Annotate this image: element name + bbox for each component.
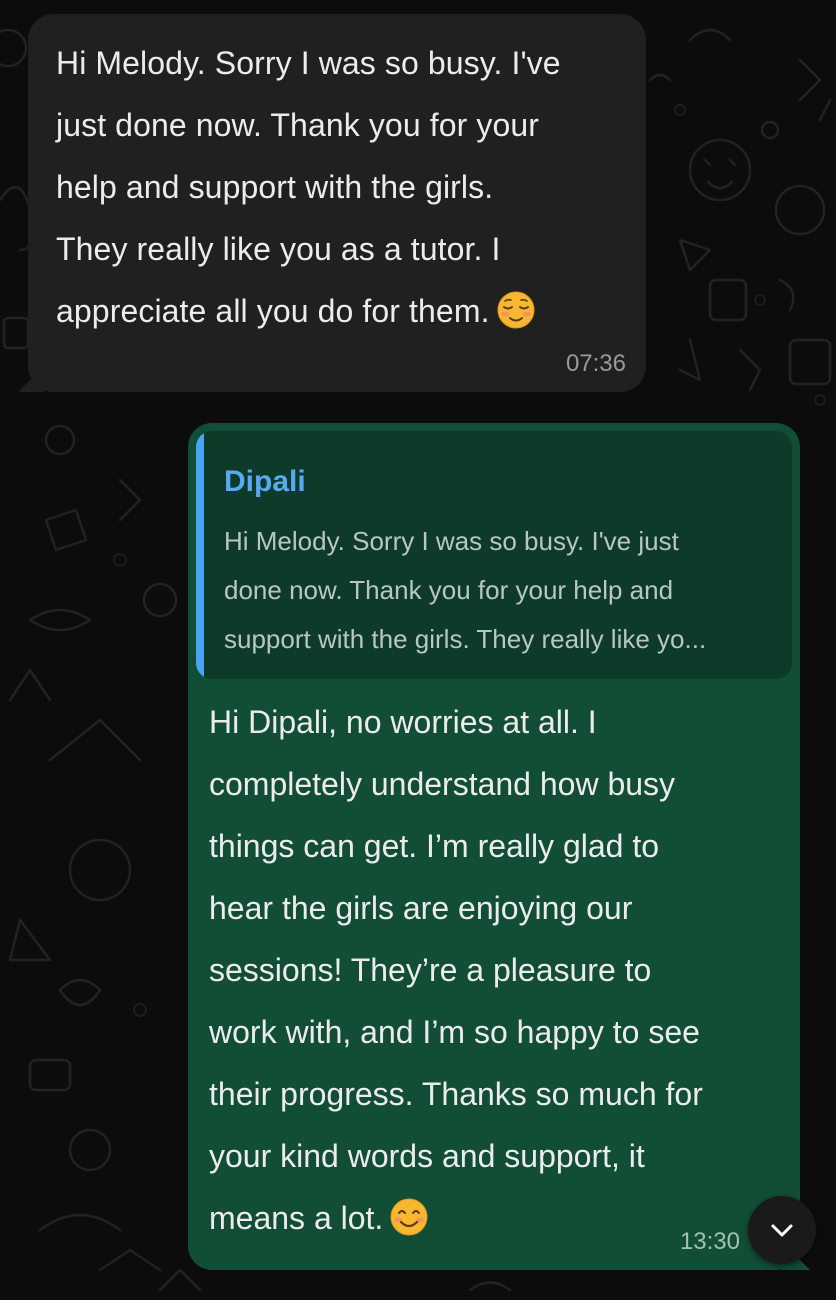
incoming-message-body: Hi Melody. Sorry I was so busy. I've jus… [56, 45, 561, 329]
incoming-message-timestamp: 07:36 [565, 350, 626, 377]
quoted-message-text: Hi Melody. Sorry I was so busy. I've jus… [224, 526, 707, 654]
incoming-bubble-tail [18, 366, 44, 392]
quoted-message[interactable]: Dipali Hi Melody. Sorry I was so busy. I… [196, 431, 792, 679]
quoted-author-name: Dipali [224, 465, 306, 498]
chat-view[interactable]: Hi Melody. Sorry I was so busy. I've jus… [0, 0, 836, 1300]
incoming-message-text: Hi Melody. Sorry I was so busy. I've jus… [56, 32, 626, 342]
smiling-face-emoji [390, 1198, 428, 1236]
chevron-down-icon [771, 1224, 793, 1237]
outgoing-message-timestamp: 13:30 [679, 1228, 740, 1255]
quote-accent-bar [196, 431, 204, 679]
outgoing-message-bubble[interactable]: Dipali Hi Melody. Sorry I was so busy. I… [188, 423, 810, 1270]
outgoing-message-text: Hi Dipali, no worries at all. I complete… [209, 691, 794, 1249]
outgoing-message-body: Hi Dipali, no worries at all. I complete… [209, 704, 703, 1236]
scroll-to-bottom-button[interactable] [748, 1196, 816, 1264]
relieved-face-emoji [497, 291, 535, 329]
incoming-message-bubble[interactable]: Hi Melody. Sorry I was so busy. I've jus… [18, 14, 646, 392]
